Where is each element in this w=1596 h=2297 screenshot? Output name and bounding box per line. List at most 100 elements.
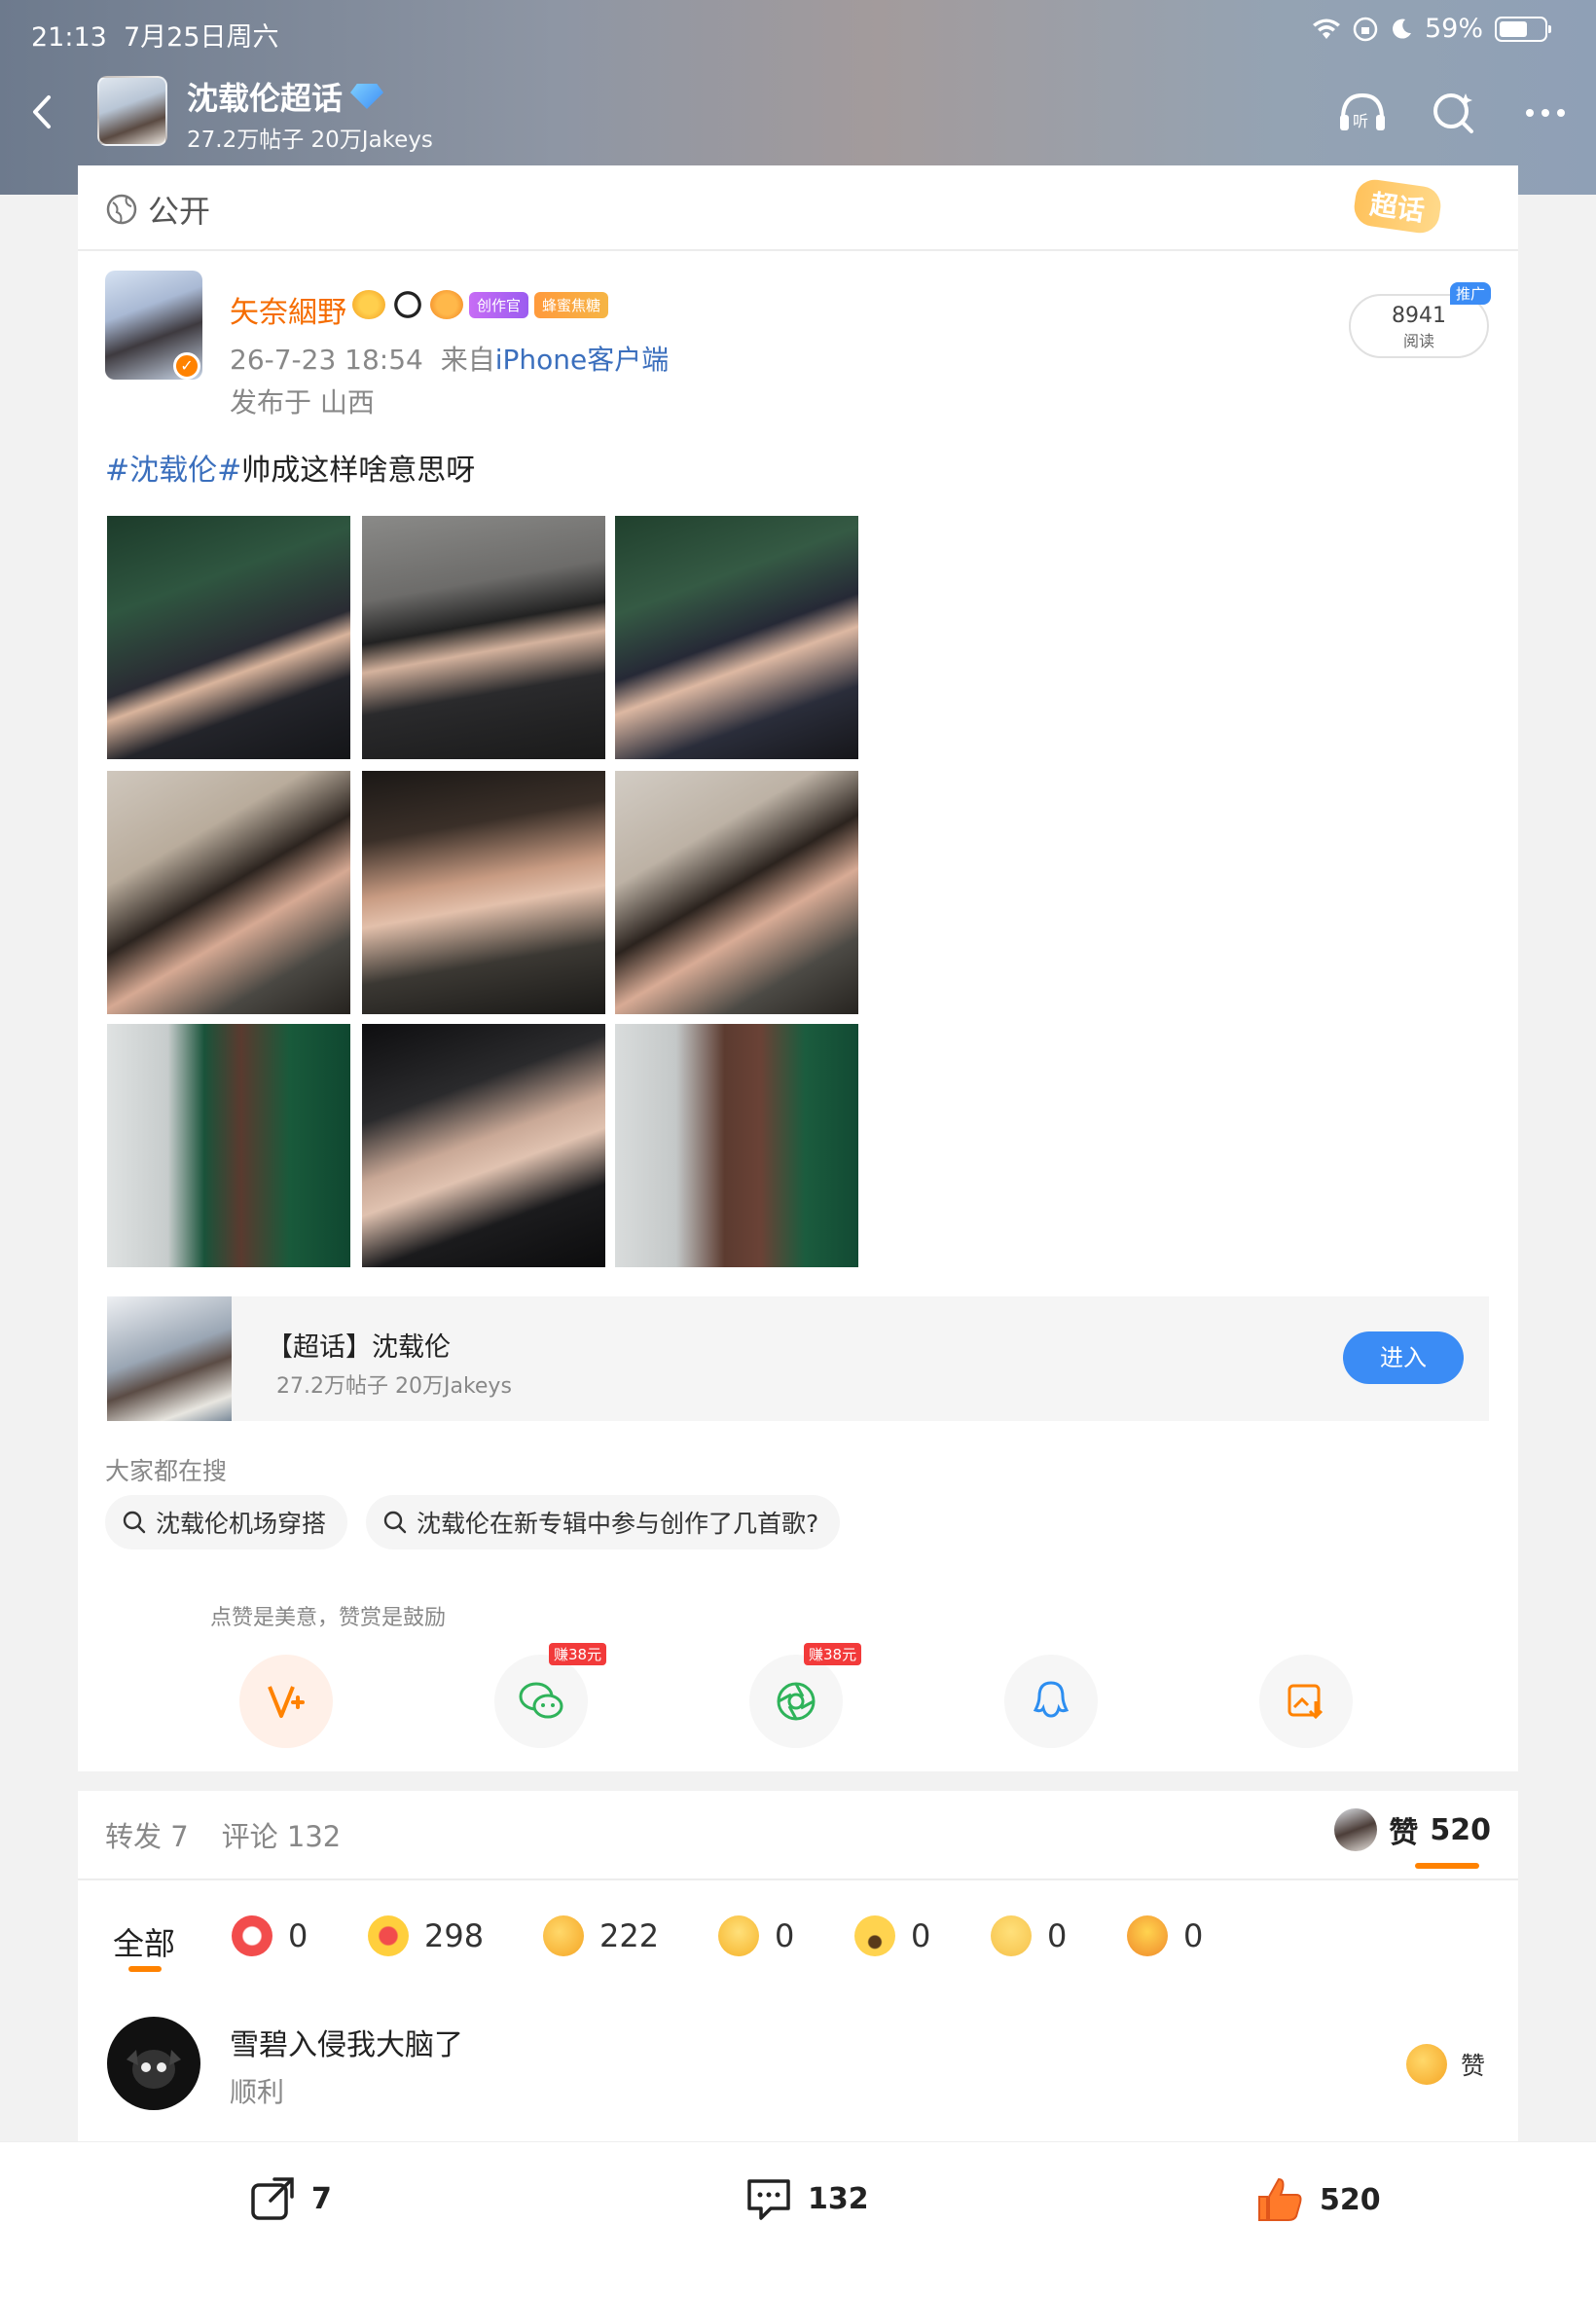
post-meta: 26-7-23 18:54 来自iPhone客户端 (230, 344, 670, 376)
qq-icon (1033, 1681, 1070, 1718)
supertopic-card-title: 【超话】沈载伦 (267, 1332, 451, 1363)
search-icon[interactable] (1427, 86, 1481, 140)
reaction-filter[interactable]: 0 (232, 1915, 308, 1956)
search-chip[interactable]: 沈载伦在新专辑中参与创作了几首歌? (366, 1495, 841, 1550)
like-button[interactable]: 520 (1253, 2173, 1381, 2226)
thumbs-up-icon (543, 1915, 584, 1956)
battery-icon (1495, 16, 1551, 42)
reaction-filter[interactable]: 0 (854, 1915, 930, 1956)
stat-tabs: 转发 7 评论 132 (105, 1814, 341, 1855)
supertopic-card-subtitle: 27.2万帖子 20万Jakeys (276, 1374, 512, 1399)
share-wechat-button[interactable]: 赚38元 (494, 1643, 607, 1748)
battery-percent: 59% (1424, 14, 1483, 44)
listen-icon[interactable]: 听 (1335, 86, 1390, 140)
photo-3[interactable] (615, 516, 858, 759)
photo-7[interactable] (107, 1024, 350, 1267)
enter-button[interactable]: 进入 (1343, 1331, 1464, 1384)
fish-badge-icon (430, 290, 463, 319)
post-text: #沈载伦#帅成这样啥意思呀 (105, 454, 476, 488)
photo-9[interactable] (615, 1024, 858, 1267)
wechat-icon (519, 1682, 563, 1719)
avatar-character-icon (127, 2050, 181, 2089)
globe-icon (106, 194, 137, 225)
reward-button[interactable] (239, 1655, 333, 1748)
verified-icon: ✓ (173, 352, 200, 380)
nav-actions: 听 (1335, 86, 1573, 140)
topic-link[interactable]: #沈载伦# (105, 454, 241, 488)
comment-like-button[interactable]: 赞 (1405, 2044, 1485, 2085)
tab-likes[interactable]: 赞 520 (1334, 1808, 1491, 1851)
supertopic-card-image (107, 1296, 232, 1421)
comment-section: 转发 7 评论 132 赞 520 全部 0 298 222 0 0 0 0 雪… (78, 1791, 1518, 2141)
supertopic-avatar[interactable] (97, 76, 167, 146)
share-moments-button[interactable]: 赚38元 (749, 1643, 862, 1748)
moon-icon (1393, 18, 1411, 39)
tab-comment[interactable]: 评论 132 (222, 1814, 342, 1855)
sad-icon (991, 1915, 1032, 1956)
laugh-icon (718, 1915, 759, 1956)
nav-title[interactable]: 沈载伦超话 (187, 74, 384, 119)
photo-grid (107, 516, 862, 1271)
wifi-icon (1312, 18, 1340, 39)
search-chip[interactable]: 沈载伦机场穿搭 (105, 1495, 348, 1550)
panda-badge-icon (391, 290, 424, 319)
commenter-avatar[interactable] (107, 2017, 200, 2110)
more-icon[interactable] (1518, 86, 1573, 140)
nav-subtitle: 27.2万帖子 20万Jakeys (187, 128, 433, 153)
reward-icon (232, 1915, 272, 1956)
status-bar: 21:13 7月25日周六 59% (0, 0, 1596, 60)
reaction-filter[interactable]: 0 (991, 1915, 1067, 1956)
status-time: 21:13 7月25日周六 (31, 22, 279, 53)
thumbs-up-icon (1258, 2177, 1302, 2221)
supertopic-card[interactable]: 【超话】沈载伦 27.2万帖子 20万Jakeys 进入 (107, 1296, 1489, 1421)
share-qq-button[interactable] (1004, 1655, 1098, 1748)
photo-5[interactable] (362, 771, 605, 1014)
earn-tag: 赚38元 (804, 1643, 862, 1665)
photo-2[interactable] (362, 516, 605, 759)
photo-8[interactable] (362, 1024, 605, 1267)
surprised-icon (854, 1915, 895, 1956)
visibility-row: 公开 (105, 187, 210, 232)
commenter-name[interactable]: 雪碧入侵我大脑了 (230, 2021, 463, 2063)
save-image-button[interactable] (1259, 1655, 1353, 1748)
reward-v-icon (268, 1686, 305, 1718)
supertopic-badge: 超话 (1352, 177, 1443, 236)
reaction-filter-row: 全部 0 298 222 0 0 0 0 (78, 1898, 1518, 1986)
tab-repost[interactable]: 转发 7 (105, 1814, 189, 1855)
status-icons: 59% (1312, 14, 1551, 44)
reaction-filter[interactable]: 298 (368, 1915, 484, 1956)
back-icon[interactable] (18, 88, 66, 136)
author-name[interactable]: 矢奈絪野 (230, 288, 346, 331)
divider (78, 1878, 1518, 1880)
filter-underline (128, 1966, 162, 1972)
thumbs-up-icon (1405, 2044, 1447, 2085)
top-nav: 沈载伦超话 27.2万帖子 20万Jakeys 听 (0, 68, 1596, 165)
reaction-filter[interactable]: 0 (718, 1915, 794, 1956)
creator-badge: 创作官 (469, 291, 529, 318)
visibility-label: 公开 (148, 193, 211, 230)
post-source[interactable]: iPhone客户端 (495, 344, 670, 376)
reaction-filter[interactable]: 0 (1127, 1915, 1203, 1956)
reaction-filter[interactable]: 222 (543, 1915, 659, 1956)
lock-rotation-icon (1353, 17, 1378, 41)
author-badges: 创作官 蜂蜜焦糖 (352, 290, 609, 319)
praise-hint: 点赞是美意，赞赏是鼓励 (210, 1606, 447, 1630)
divider (78, 249, 1518, 251)
search-icon (383, 1511, 407, 1534)
comment-button[interactable]: 132 (744, 2173, 869, 2224)
post-card: 公开 超话 ✓ 矢奈絪野 创作官 蜂蜜焦糖 26-7-23 18:54 来自iP… (78, 165, 1518, 1771)
image-download-icon (1288, 1684, 1324, 1720)
fan-badge: 蜂蜜焦糖 (534, 291, 609, 318)
repost-button[interactable]: 7 (247, 2173, 332, 2224)
liker-avatar (1334, 1808, 1378, 1851)
share-row: 赚38元 赚38元 (78, 1643, 1518, 1752)
photo-1[interactable] (107, 516, 350, 759)
tab-underline (1415, 1863, 1479, 1869)
filter-all[interactable]: 全部 (113, 1919, 175, 1964)
photo-6[interactable] (615, 771, 858, 1014)
tiger-badge-icon (352, 290, 385, 319)
earn-tag: 赚38元 (549, 1643, 607, 1665)
photo-4[interactable] (107, 771, 350, 1014)
promote-badge[interactable]: 推广 (1449, 282, 1491, 305)
heart-icon (368, 1915, 409, 1956)
